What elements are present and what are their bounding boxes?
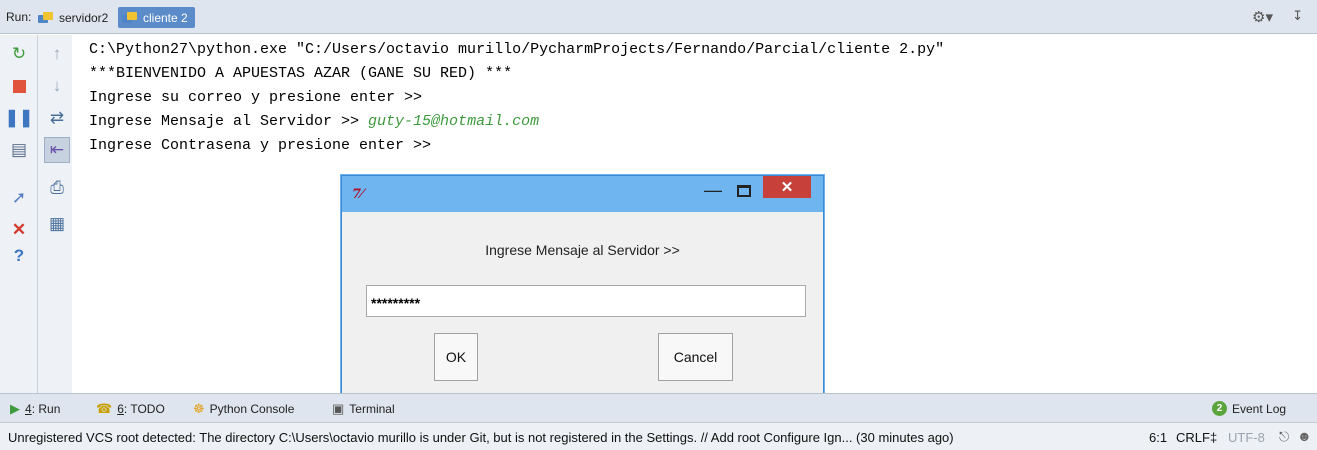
- tab-servidor2[interactable]: servidor2: [34, 7, 115, 28]
- line-separator[interactable]: CRLF‡: [1176, 430, 1217, 445]
- soft-wrap-icon[interactable]: ⇄: [44, 105, 70, 131]
- console-line: Ingrese Contrasena y presione enter >>: [89, 137, 432, 154]
- tk-app-icon: 7⁄: [352, 187, 364, 202]
- run-label: Run:: [6, 10, 32, 24]
- inspector-icon[interactable]: ☻: [1297, 428, 1312, 444]
- pin-icon[interactable]: ➚: [6, 185, 32, 211]
- stop-icon[interactable]: [6, 73, 32, 99]
- console-user-input: guty-15@hotmail.com: [368, 113, 540, 130]
- tool-window-todo[interactable]: ☎ 6: TODO: [96, 401, 165, 417]
- settings-gear-icon[interactable]: ⚙▾: [1252, 8, 1273, 26]
- console-line: C:\Python27\python.exe "C:/Users/octavio…: [89, 41, 945, 58]
- print-icon[interactable]: ⎙: [44, 175, 70, 201]
- scroll-up-icon[interactable]: ↑: [44, 41, 70, 67]
- dialog-body: Ingrese Mensaje al Servidor >> *********…: [350, 212, 815, 393]
- run-icon: ▶: [10, 401, 20, 416]
- file-encoding[interactable]: UTF-8: [1228, 430, 1265, 445]
- tool-window-bar: ▶ 4: Run ☎ 6: TODO ☸ Python Console ▣ Te…: [0, 393, 1317, 422]
- cancel-button[interactable]: Cancel: [658, 333, 733, 381]
- tool-window-event-log[interactable]: 2 Event Log: [1212, 401, 1286, 416]
- run-toolbar: ↻ ❚❚ ▤ ➚ ✕ ? ↑ ↓ ⇄ ⇤ ⎙ ▦: [0, 35, 72, 393]
- event-count-badge: 2: [1212, 401, 1227, 416]
- ok-button[interactable]: OK: [434, 333, 478, 381]
- python-console-icon: ☸: [193, 401, 205, 416]
- console-line: Ingrese Mensaje al Servidor >> guty-15@h…: [89, 113, 539, 130]
- run-window-text: : Run: [31, 402, 61, 416]
- minimize-button[interactable]: —: [704, 180, 722, 201]
- run-window-number: 4: [25, 402, 32, 416]
- hide-panel-icon[interactable]: ↧: [1292, 8, 1303, 24]
- console-prompt-text: Ingrese Mensaje al Servidor >>: [89, 113, 369, 130]
- read-only-lock-icon[interactable]: ⎋: [1279, 429, 1289, 445]
- run-tab-bar: Run: servidor2 cliente 2 ⚙▾ ↧: [0, 0, 1317, 34]
- tool-window-python-console[interactable]: ☸ Python Console: [193, 401, 294, 417]
- todo-window-number: 6: [117, 402, 124, 416]
- caret-position[interactable]: 6:1: [1149, 430, 1167, 445]
- toolbar-divider: [37, 35, 38, 393]
- console-line: ***BIENVENIDO A APUESTAS AZAR (GANE SU R…: [89, 65, 513, 82]
- terminal-icon: ▣: [332, 401, 345, 416]
- scroll-to-end-icon[interactable]: ⇤: [44, 137, 70, 163]
- scroll-down-icon[interactable]: ↓: [44, 73, 70, 99]
- help-icon[interactable]: ?: [6, 243, 32, 269]
- rerun-icon[interactable]: ↻: [6, 41, 32, 67]
- todo-window-label: 6: TODO: [117, 402, 165, 416]
- console-line: Ingrese su correo y presione enter >>: [89, 89, 423, 106]
- run-window-label: 4: Run: [25, 402, 60, 416]
- password-input[interactable]: *********: [366, 285, 806, 317]
- event-log-label: Event Log: [1232, 401, 1287, 416]
- tool-window-terminal[interactable]: ▣ Terminal: [332, 401, 395, 417]
- python-file-icon: [122, 11, 138, 25]
- todo-window-text: : TODO: [123, 402, 165, 416]
- python-file-icon: [38, 11, 54, 25]
- close-icon[interactable]: ✕: [6, 217, 32, 243]
- terminal-label: Terminal: [349, 402, 395, 416]
- vcs-notification-text[interactable]: Unregistered VCS root detected: The dire…: [8, 430, 954, 445]
- todo-icon: ☎: [96, 401, 113, 416]
- dialog-title-bar[interactable]: 7⁄ — ✕: [342, 176, 823, 212]
- tab-cliente-2[interactable]: cliente 2: [118, 7, 195, 28]
- pause-icon[interactable]: ❚❚: [5, 105, 34, 131]
- tab-servidor2-label: servidor2: [59, 10, 109, 25]
- clear-all-icon[interactable]: ▦: [44, 211, 70, 237]
- tool-window-run[interactable]: ▶ 4: Run: [10, 401, 60, 417]
- password-dialog: 7⁄ — ✕ Ingrese Mensaje al Servidor >> **…: [341, 175, 824, 400]
- close-button[interactable]: ✕: [763, 176, 811, 198]
- dialog-prompt: Ingrese Mensaje al Servidor >>: [485, 242, 680, 258]
- layout-icon[interactable]: ▤: [6, 137, 32, 163]
- tab-cliente-2-label: cliente 2: [143, 10, 188, 25]
- maximize-button[interactable]: [737, 185, 751, 197]
- python-console-label: Python Console: [209, 402, 295, 416]
- status-bar: Unregistered VCS root detected: The dire…: [0, 422, 1317, 450]
